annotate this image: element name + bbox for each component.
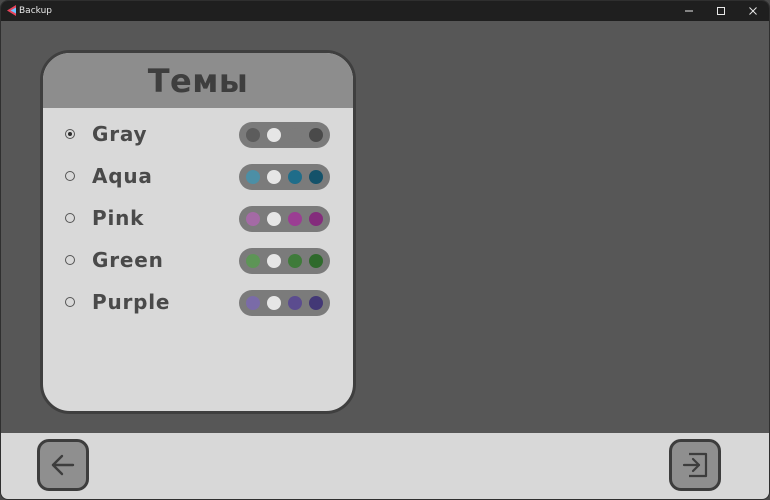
color-swatch (309, 296, 323, 310)
exit-icon (682, 452, 708, 478)
app-logo-icon (7, 5, 16, 16)
app-window: Backup Темы Gray Aqua Pink Green Purple (0, 0, 770, 500)
color-swatch (309, 212, 323, 226)
radio-button[interactable] (65, 255, 75, 265)
themes-header: Темы (43, 53, 353, 108)
theme-option-green[interactable]: Green (43, 240, 353, 282)
exit-button[interactable] (669, 439, 721, 491)
panel-title: Темы (147, 61, 249, 100)
back-button[interactable] (37, 439, 89, 491)
color-preview (239, 290, 330, 316)
theme-label: Purple (92, 290, 171, 314)
close-icon (749, 7, 757, 15)
theme-option-purple[interactable]: Purple (43, 282, 353, 324)
maximize-button[interactable] (705, 1, 737, 21)
theme-option-gray[interactable]: Gray (43, 114, 353, 156)
theme-label: Gray (92, 122, 148, 146)
color-swatch (288, 254, 302, 268)
color-swatch (288, 212, 302, 226)
color-swatch (267, 296, 281, 310)
theme-label: Green (92, 248, 164, 272)
color-swatch (267, 170, 281, 184)
color-swatch (309, 254, 323, 268)
color-swatch (246, 170, 260, 184)
color-swatch (246, 254, 260, 268)
minimize-icon (685, 10, 693, 12)
color-swatch (246, 212, 260, 226)
color-swatch (309, 128, 323, 142)
color-preview (239, 206, 330, 232)
theme-label: Aqua (92, 164, 153, 188)
themes-panel: Темы Gray Aqua Pink Green Purple (40, 50, 356, 414)
color-swatch (267, 254, 281, 268)
arrow-left-icon (51, 454, 75, 476)
color-swatch (246, 128, 260, 142)
color-swatch (288, 170, 302, 184)
theme-label: Pink (92, 206, 145, 230)
color-swatch (309, 170, 323, 184)
theme-option-aqua[interactable]: Aqua (43, 156, 353, 198)
radio-button[interactable] (65, 213, 75, 223)
color-preview (239, 248, 330, 274)
minimize-button[interactable] (673, 1, 705, 21)
window-title: Backup (19, 6, 52, 16)
color-swatch (288, 128, 302, 142)
title-bar[interactable]: Backup (1, 1, 769, 21)
radio-button[interactable] (65, 171, 75, 181)
color-swatch (288, 296, 302, 310)
radio-button[interactable] (65, 297, 75, 307)
color-preview (239, 164, 330, 190)
radio-selected-dot (68, 132, 72, 136)
main-content: Темы Gray Aqua Pink Green Purple (1, 21, 769, 433)
close-button[interactable] (737, 1, 769, 21)
maximize-icon (717, 7, 725, 15)
color-preview (239, 122, 330, 148)
color-swatch (267, 212, 281, 226)
footer-bar (1, 433, 769, 499)
radio-button[interactable] (65, 129, 75, 139)
theme-option-pink[interactable]: Pink (43, 198, 353, 240)
color-swatch (246, 296, 260, 310)
color-swatch (267, 128, 281, 142)
